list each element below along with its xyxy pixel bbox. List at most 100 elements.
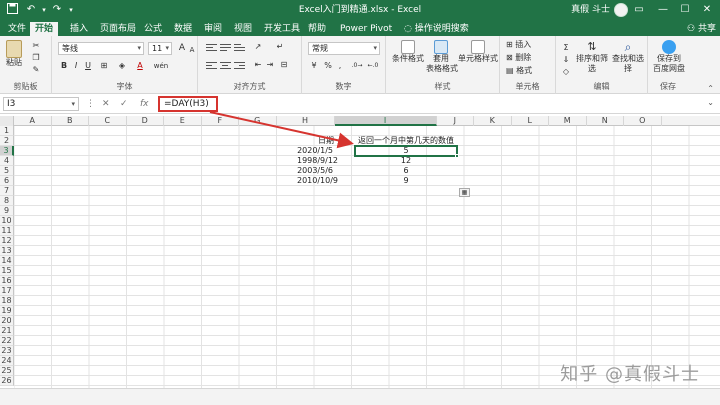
tell-me-search[interactable]: ◌ 操作说明搜索 [404, 22, 469, 36]
row-header-5[interactable]: 5 [0, 166, 14, 176]
align-left-icon[interactable] [206, 60, 217, 70]
column-header-J[interactable]: J [437, 116, 474, 126]
tab-file[interactable]: 文件 [6, 22, 28, 36]
increase-decimal-icon[interactable]: .0→ [350, 60, 364, 72]
column-header-E[interactable]: E [164, 116, 202, 126]
row-header-21[interactable]: 21 [0, 326, 14, 336]
insert-cells-button[interactable]: ⊞ 插入 [506, 40, 531, 50]
cut-icon[interactable]: ✂ [30, 40, 42, 52]
conditional-formatting-button[interactable]: 条件格式 [390, 40, 426, 64]
row-header-11[interactable]: 11 [0, 226, 14, 236]
autosum-icon[interactable]: Σ [560, 42, 572, 54]
row-header-23[interactable]: 23 [0, 346, 14, 356]
sort-filter-button[interactable]: ⇅ 排序和筛选 [574, 40, 610, 74]
column-header-G[interactable]: G [239, 116, 277, 126]
column-header-L[interactable]: L [512, 116, 549, 126]
row-header-13[interactable]: 13 [0, 246, 14, 256]
cell-I6[interactable]: 9 [355, 176, 457, 186]
bold-button[interactable]: B [58, 60, 70, 72]
row-header-9[interactable]: 9 [0, 206, 14, 216]
clear-icon[interactable]: ◇ [560, 66, 572, 78]
paste-button[interactable]: 粘贴 [4, 40, 24, 68]
expand-formula-icon[interactable]: ⌄ [707, 98, 714, 107]
minimize-button[interactable]: — [654, 2, 672, 18]
align-bottom-icon[interactable] [234, 42, 245, 52]
row-header-8[interactable]: 8 [0, 196, 14, 206]
comma-button[interactable]: , [334, 60, 346, 72]
tab-review[interactable]: 审阅 [202, 22, 224, 36]
row-header-24[interactable]: 24 [0, 356, 14, 366]
tab-help[interactable]: 帮助 [306, 22, 328, 36]
formula-input[interactable]: =DAY(H3) [158, 96, 218, 112]
avatar[interactable] [614, 3, 628, 17]
column-header-K[interactable]: K [474, 116, 512, 126]
confirm-icon[interactable]: ✓ [120, 98, 128, 110]
quick-analysis-icon[interactable]: ▦ [459, 188, 470, 197]
select-all-button[interactable] [0, 116, 14, 126]
decrease-decimal-icon[interactable]: ←.0 [366, 60, 380, 72]
row-header-6[interactable]: 6 [0, 176, 14, 186]
row-header-26[interactable]: 26 [0, 376, 14, 386]
column-header-N[interactable]: N [587, 116, 624, 126]
percent-button[interactable]: % [322, 60, 334, 72]
name-box[interactable]: I3 ▾ [3, 97, 79, 111]
column-header-H[interactable]: H [277, 116, 335, 126]
italic-button[interactable]: I [70, 60, 82, 72]
maximize-button[interactable]: ☐ [676, 2, 694, 18]
cell-H4[interactable]: 1998/9/12 [297, 156, 338, 166]
insert-function-icon[interactable]: fx [140, 98, 149, 110]
column-header-D[interactable]: D [127, 116, 164, 126]
row-header-12[interactable]: 12 [0, 236, 14, 246]
ribbon-display-icon[interactable]: ▭ [630, 2, 648, 18]
column-header-M[interactable]: M [549, 116, 587, 126]
row-header-1[interactable]: 1 [0, 126, 14, 136]
row-header-22[interactable]: 22 [0, 336, 14, 346]
collapse-ribbon-icon[interactable]: ⌃ [707, 84, 714, 93]
row-header-20[interactable]: 20 [0, 316, 14, 326]
row-header-15[interactable]: 15 [0, 266, 14, 276]
cell-I5[interactable]: 6 [355, 166, 457, 176]
cell-H2[interactable]: 日期 [297, 136, 355, 146]
user-name[interactable]: 真假 斗士 [571, 3, 610, 17]
column-header-F[interactable]: F [202, 116, 239, 126]
copy-icon[interactable]: ❐ [30, 52, 42, 64]
shrink-font-icon[interactable]: A [186, 44, 198, 56]
underline-button[interactable]: U [82, 60, 94, 72]
currency-icon[interactable]: ¥ [308, 60, 320, 72]
column-header-O[interactable]: O [624, 116, 662, 126]
align-right-icon[interactable] [234, 60, 245, 70]
tab-insert[interactable]: 插入 [68, 22, 90, 36]
format-as-table-button[interactable]: 套用 表格格式 [426, 40, 458, 74]
column-header-B[interactable]: B [52, 116, 89, 126]
row-header-16[interactable]: 16 [0, 276, 14, 286]
indent-icon[interactable]: ⇤ [252, 59, 264, 71]
merge-center-icon[interactable]: ⊟ [278, 59, 290, 71]
font-size-select[interactable]: 11 ▾ [148, 42, 172, 55]
tab-view[interactable]: 视图 [232, 22, 254, 36]
align-top-icon[interactable] [206, 42, 217, 52]
row-header-2[interactable]: 2 [0, 136, 14, 146]
cell-H3[interactable]: 2020/1/5 [297, 146, 333, 156]
tab-data[interactable]: 数据 [172, 22, 194, 36]
column-header-I[interactable]: I [334, 116, 437, 126]
column-header-A[interactable]: A [14, 116, 52, 126]
align-middle-icon[interactable] [220, 42, 231, 52]
outdent-icon[interactable]: ⇥ [264, 59, 276, 71]
find-select-button[interactable]: ⌕ 查找和选择 [610, 40, 646, 74]
cell-H6[interactable]: 2010/10/9 [297, 176, 338, 186]
tab-page-layout[interactable]: 页面布局 [98, 22, 138, 36]
wrap-text-icon[interactable]: ↵ [274, 41, 286, 53]
delete-cells-button[interactable]: ⊠ 删除 [506, 53, 531, 63]
cell-H5[interactable]: 2003/5/6 [297, 166, 333, 176]
tab-formulas[interactable]: 公式 [142, 22, 164, 36]
fill-icon[interactable]: ⇓ [560, 54, 572, 66]
number-format-select[interactable]: 常规 ▾ [308, 42, 380, 55]
orientation-icon[interactable]: ↗ [252, 41, 264, 53]
borders-icon[interactable]: ⊞ [98, 60, 110, 72]
row-header-19[interactable]: 19 [0, 306, 14, 316]
fill-handle[interactable] [455, 154, 459, 158]
format-cells-button[interactable]: ▤ 格式 [506, 66, 532, 76]
font-color-icon[interactable]: A [134, 60, 146, 72]
tab-power-pivot[interactable]: Power Pivot [338, 22, 394, 36]
cell-I4[interactable]: 12 [355, 156, 457, 166]
